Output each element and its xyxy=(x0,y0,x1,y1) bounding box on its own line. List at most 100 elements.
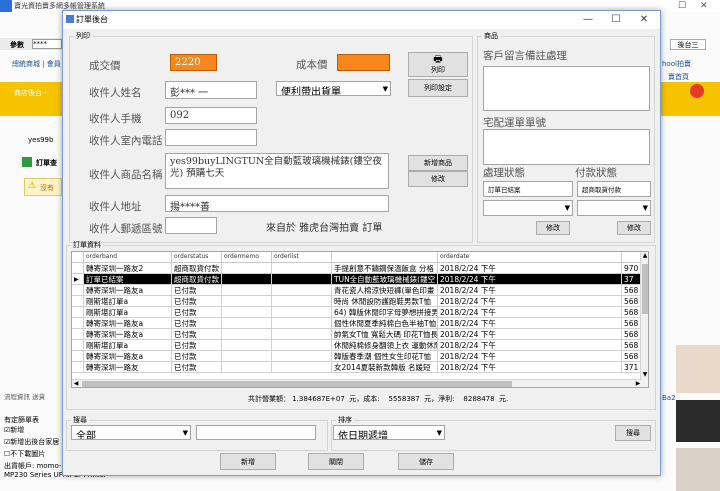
maximize-button[interactable]: ☐ xyxy=(602,11,630,29)
grid-header-blank[interactable] xyxy=(332,252,438,262)
cell-ordermemo xyxy=(222,263,272,274)
table-row[interactable]: 轉寄深圳一路友a 已付款 帥氣女T恤 寬鬆大碼 印花T恤長 2018/2/24 下午 5… xyxy=(72,329,642,340)
background-close-icon[interactable]: ✕ xyxy=(700,0,714,12)
vertical-scroll-thumb[interactable] xyxy=(642,264,648,314)
cell-ordermemo xyxy=(222,340,272,351)
minimize-button[interactable]: — xyxy=(574,11,602,29)
save-button[interactable]: 儲存 xyxy=(398,453,454,470)
background-check-3[interactable]: ☐不下載圖片 xyxy=(4,449,45,459)
background-check-1[interactable]: ☑新增 xyxy=(4,425,24,435)
payment-value-field[interactable]: 超商取貨付款 xyxy=(577,181,651,197)
recipient-phone-label: 收件人室內電話 xyxy=(89,135,163,147)
row-indicator[interactable] xyxy=(72,329,84,340)
table-row[interactable]: ▶ 訂單已結案 超商取貨付款 TUN全自動藍玻璃機械錶(鏤空 2018/2/24 下午 3… xyxy=(72,274,642,285)
cell-orderlist-blank xyxy=(272,362,332,373)
background-param-input[interactable]: **** xyxy=(32,39,62,49)
row-indicator[interactable] xyxy=(72,340,84,351)
edit-button[interactable]: 修改 xyxy=(408,171,468,187)
status-select[interactable]: ▼ xyxy=(483,200,573,216)
address-field[interactable]: 揚****善 xyxy=(165,195,389,212)
row-indicator[interactable] xyxy=(72,362,84,373)
grid-vertical-scrollbar[interactable]: ▲ ▼ xyxy=(640,252,648,387)
recipient-name-field[interactable]: 彭*** 一 xyxy=(165,81,257,99)
payment-select[interactable]: ▼ xyxy=(577,200,651,216)
row-indicator[interactable] xyxy=(72,285,84,296)
print-setup-button[interactable]: 列印設定 xyxy=(408,79,468,97)
table-row[interactable]: 剛斯堪訂單a 已付款 64) 韓版休閒印字母夢想拼接男 2018/2/24 下午 568 xyxy=(72,307,642,318)
table-row[interactable]: 剛斯堪訂單a 已付款 時尚 休閒設防護跑鞋男款T恤 2018/2/24 下午 568 xyxy=(72,296,642,307)
table-row[interactable]: 轉寄深圳一路友2 超商取貨付款 手提創意不鏽鋼保溫飯盒 分格 2018/2/24 下午… xyxy=(72,263,642,274)
grid-header-orderlist[interactable]: orderlist xyxy=(272,252,332,262)
background-link-bottom-right[interactable]: Ba2 xyxy=(662,394,676,402)
payment-edit-button[interactable]: 修改 xyxy=(617,221,651,235)
cell-ordermemo xyxy=(222,285,272,296)
grid-header-ordermemo[interactable]: ordermemo xyxy=(222,252,272,262)
recipient-phone-field[interactable] xyxy=(165,129,257,146)
scroll-down-icon[interactable]: ▼ xyxy=(641,371,648,379)
cell-orderdate: 2018/2/24 下午 xyxy=(438,307,622,318)
grid-header-orderband[interactable]: orderband xyxy=(84,252,172,262)
background-restore-icon[interactable]: ☐ xyxy=(678,0,692,12)
cell-orderdate: 2018/2/24 下午 xyxy=(438,263,622,274)
cell-orderlist-blank xyxy=(272,274,332,285)
row-indicator[interactable] xyxy=(72,318,84,329)
table-row[interactable]: 剛斯堪訂單a 已付款 休閒純棉修身翻領上衣 運動休閒 2018/2/24 下午 568 xyxy=(72,340,642,351)
background-param-label: 參數 xyxy=(10,41,24,49)
product-name-field[interactable]: yes99buyLINGTUN全自動藍玻璃機械錶(鏤空夜光) 預購七天 xyxy=(165,153,389,189)
row-indicator[interactable] xyxy=(72,296,84,307)
order-grid[interactable]: orderband orderstatus ordermemo orderlis… xyxy=(71,251,649,388)
dialog-title: 訂單後台 xyxy=(76,15,108,24)
dropdown-arrow-icon: ▼ xyxy=(382,84,388,93)
table-row[interactable]: 轉寄深圳一路友a 已付款 青花瓷人棉涼快短褲(單色印畫 2018/2/24 下午 568 xyxy=(72,285,642,296)
grid-header-orderdate[interactable]: orderdate xyxy=(438,252,622,262)
order-dialog: 訂單後台 — ☐ ✕ 列印 成交價 2220 成本價 收件人姓名 彭*** 一 … xyxy=(62,10,661,476)
background-red-badge-icon xyxy=(690,84,704,98)
horizontal-scroll-thumb[interactable] xyxy=(82,381,512,387)
search-button[interactable]: 搜尋 xyxy=(615,425,651,441)
cell-orderdate: 2018/2/24 下午 xyxy=(438,274,622,285)
search-field-select[interactable]: 全部 ▼ xyxy=(71,425,191,440)
cell-orderband: 轉寄深圳一路友a xyxy=(84,329,172,340)
scroll-right-icon[interactable]: ▶ xyxy=(634,380,642,387)
row-indicator[interactable] xyxy=(72,263,84,274)
background-nav-right-1[interactable]: hool拍賣 xyxy=(662,59,691,69)
background-check-2[interactable]: ☑新增出後台家居 xyxy=(4,437,59,447)
scroll-left-icon[interactable]: ◀ xyxy=(72,380,80,387)
shipping-method-select[interactable]: 便利帶出貨單 ▼ xyxy=(276,81,391,96)
status-edit-button[interactable]: 修改 xyxy=(536,221,570,235)
close-window-button[interactable]: ✕ xyxy=(630,11,658,29)
current-row-arrow-icon[interactable]: ▶ xyxy=(72,274,84,285)
add-goods-button[interactable]: 新增商品 xyxy=(408,155,468,171)
postal-field[interactable] xyxy=(165,217,217,234)
sort-select[interactable]: 依日期遞增 ▼ xyxy=(333,425,445,440)
background-nav-right-2[interactable]: 賣首頁 xyxy=(668,72,689,82)
cell-ordermemo xyxy=(222,274,272,285)
background-nav-left[interactable]: 總統商城 | 會員 xyxy=(12,59,61,69)
search-input[interactable] xyxy=(196,425,316,440)
postal-label: 收件人郵遞區號 xyxy=(89,223,163,235)
row-indicator[interactable] xyxy=(72,351,84,362)
grid-header-extra[interactable] xyxy=(622,252,642,262)
scroll-up-icon[interactable]: ▲ xyxy=(641,252,648,260)
shipping-method-value: 便利帶出貨單 xyxy=(281,87,341,96)
grid-header-orderstatus[interactable]: orderstatus xyxy=(172,252,222,262)
print-button[interactable]: 🖶 列印 xyxy=(408,52,468,77)
background-store-backend: 商店後台 - xyxy=(14,89,47,97)
background-tab-right[interactable]: 後台三 xyxy=(670,39,706,50)
customer-note-field[interactable] xyxy=(483,66,650,111)
table-row[interactable]: 轉寄深圳一路友a 已付款 個性休閒夏季純棉白色半袖T恤 2018/2/24 下午 568 xyxy=(72,318,642,329)
tracking-field[interactable] xyxy=(483,129,650,165)
table-row[interactable]: 轉寄深圳一路友a 已付款 韓版春季潮 個性女生印花T恤 2018/2/24 下午 568 xyxy=(72,351,642,362)
add-button[interactable]: 新增 xyxy=(220,453,276,470)
table-row[interactable]: 轉寄深圳一路友 已付款 女2014夏裝新款韓版 名媛短 2018/2/24 下午 371 xyxy=(72,362,642,373)
close-button[interactable]: 關閉 xyxy=(308,453,364,470)
cell-orderlist-blank xyxy=(272,351,332,362)
cell-orderlist-blank xyxy=(272,263,332,274)
cost-field[interactable] xyxy=(337,54,390,71)
cell-orderband: 轉寄深圳一路友a xyxy=(84,285,172,296)
status-value-field[interactable]: 訂單已結案 xyxy=(483,181,573,197)
grid-horizontal-scrollbar[interactable]: ◀ ▶ xyxy=(72,379,642,387)
recipient-mobile-field[interactable]: 092 xyxy=(165,107,257,124)
row-indicator[interactable] xyxy=(72,307,84,318)
deal-price-field[interactable]: 2220 xyxy=(170,54,217,71)
